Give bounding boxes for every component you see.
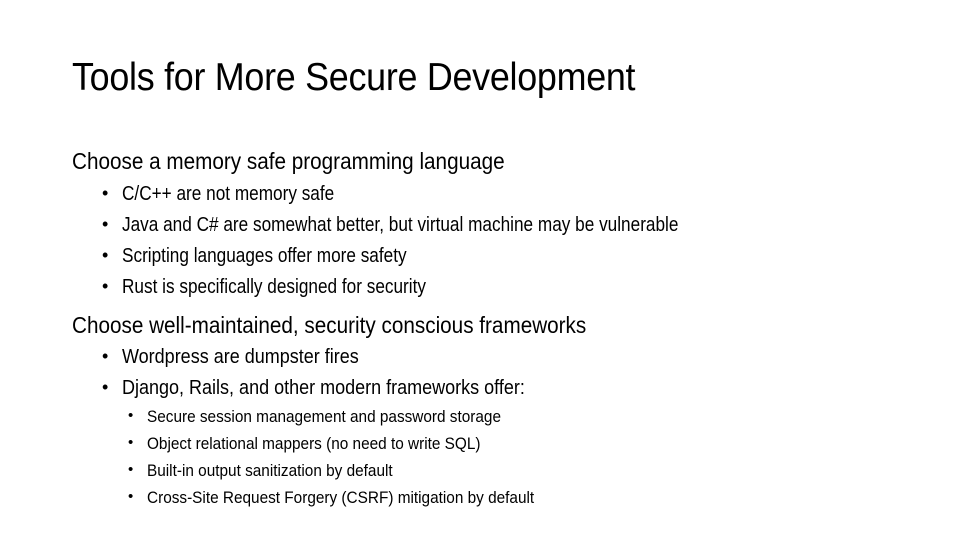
sub-list-item: Secure session management and password s…	[147, 408, 501, 426]
bullet-icon: •	[102, 276, 109, 296]
bullet-icon: •	[102, 245, 109, 265]
list-item: Rust is specifically designed for securi…	[122, 276, 426, 298]
bullet-icon: •	[102, 377, 109, 397]
bullet-icon: •	[128, 488, 134, 505]
list-item: Java and C# are somewhat better, but vir…	[122, 214, 679, 236]
list-item: Scripting languages offer more safety	[122, 245, 407, 267]
bullet-icon: •	[102, 346, 109, 366]
section-heading-memory-safe: Choose a memory safe programming languag…	[72, 148, 505, 174]
section-heading-frameworks: Choose well-maintained, security conscio…	[72, 312, 587, 338]
sub-list-item: Cross-Site Request Forgery (CSRF) mitiga…	[147, 489, 535, 507]
bullet-icon: •	[102, 183, 109, 203]
bullet-icon: •	[128, 461, 134, 478]
bullet-icon: •	[102, 214, 109, 234]
bullet-icon: •	[128, 434, 134, 451]
list-item: Wordpress are dumpster fires	[122, 346, 359, 368]
sub-list-item: Built-in output sanitization by default	[147, 462, 393, 480]
slide-title: Tools for More Secure Development	[72, 56, 636, 99]
bullet-icon: •	[128, 407, 134, 424]
list-item: Django, Rails, and other modern framewor…	[122, 377, 525, 399]
list-item: C/C++ are not memory safe	[122, 183, 335, 205]
sub-list-item: Object relational mappers (no need to wr…	[147, 435, 481, 453]
